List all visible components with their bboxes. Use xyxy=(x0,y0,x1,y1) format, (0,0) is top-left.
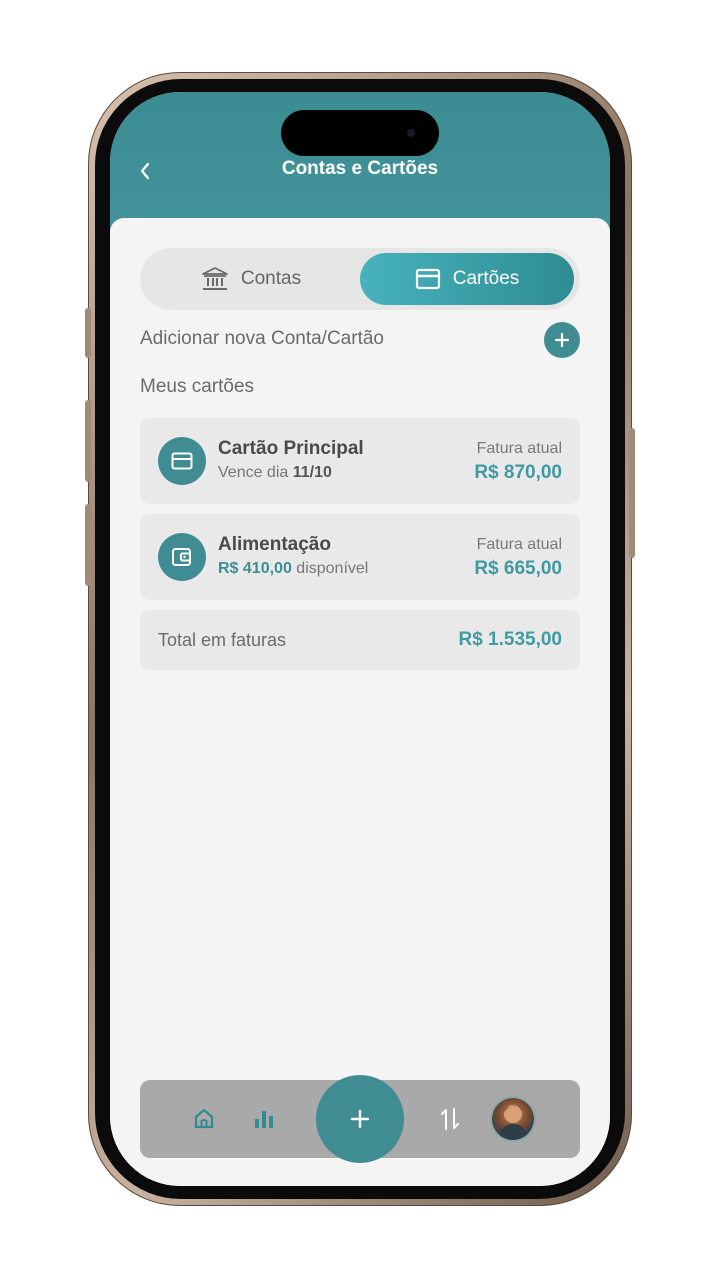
volume-up-button xyxy=(85,400,91,482)
tab-contas-label: Contas xyxy=(240,268,302,289)
add-account-row: Adicionar nova Conta/Cartão xyxy=(140,322,580,358)
screen: Contas e Cartões Contas Cartões Adiciona… xyxy=(110,92,610,1186)
card-name: Cartão Principal xyxy=(218,438,364,459)
total-value: R$ 1.535,00 xyxy=(458,629,562,650)
volume-down-button xyxy=(85,504,91,586)
credit-card-icon xyxy=(415,268,440,290)
card-item-principal[interactable]: Cartão Principal Vence dia 11/10 Fatura … xyxy=(140,418,580,504)
nav-transactions[interactable] xyxy=(430,1080,470,1158)
page-title: Contas e Cartões xyxy=(281,158,439,179)
bill-label: Fatura atual xyxy=(476,536,562,553)
bank-icon xyxy=(201,267,228,290)
card-name: Alimentação xyxy=(218,534,331,555)
dynamic-island xyxy=(281,110,439,156)
card-due-date: Vence dia 11/10 xyxy=(218,464,332,481)
home-icon xyxy=(194,1108,214,1129)
wallet-icon xyxy=(172,548,191,566)
tab-cartoes-label: Cartões xyxy=(452,268,520,289)
add-account-button[interactable] xyxy=(544,322,580,358)
camera-icon xyxy=(407,129,415,137)
account-card-switch: Contas Cartões xyxy=(140,248,580,310)
plus-icon xyxy=(350,1109,370,1129)
bill-value: R$ 665,00 xyxy=(474,558,562,579)
avatar-photo xyxy=(498,1105,528,1140)
nav-home[interactable] xyxy=(184,1080,224,1158)
power-button xyxy=(629,428,635,558)
avatar[interactable] xyxy=(492,1098,534,1140)
main-content: Contas Cartões Adicionar nova Conta/Cart… xyxy=(110,218,610,1186)
card-item-alimentacao[interactable]: Alimentação R$ 410,00 disponível Fatura … xyxy=(140,514,580,600)
add-transaction-button[interactable] xyxy=(316,1075,404,1163)
tab-cartoes[interactable]: Cartões xyxy=(360,253,574,305)
nav-reports[interactable] xyxy=(244,1080,284,1158)
credit-card-icon xyxy=(171,452,193,470)
section-title: Meus cartões xyxy=(140,376,255,397)
card-icon-circle xyxy=(158,533,206,581)
card-available: R$ 410,00 disponível xyxy=(218,560,369,577)
bill-value: R$ 870,00 xyxy=(474,462,562,483)
plus-icon xyxy=(554,332,570,348)
mute-switch xyxy=(85,308,91,358)
bill-label: Fatura atual xyxy=(476,440,562,457)
total-bills-row: Total em faturas R$ 1.535,00 xyxy=(140,610,580,670)
card-icon-circle xyxy=(158,437,206,485)
bar-chart-icon xyxy=(255,1111,273,1128)
total-label: Total em faturas xyxy=(158,630,287,650)
add-account-label: Adicionar nova Conta/Cartão xyxy=(140,328,384,349)
transfer-arrows-icon xyxy=(441,1108,459,1130)
tab-contas[interactable]: Contas xyxy=(148,253,354,305)
